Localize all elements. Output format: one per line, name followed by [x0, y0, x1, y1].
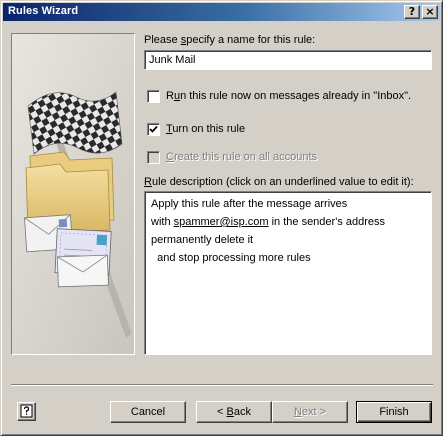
help-question-icon [20, 404, 33, 418]
description-line: with spammer@isp.com in the sender's add… [151, 216, 385, 228]
description-line: Apply this rule after the message arrive… [151, 198, 348, 210]
title-bar[interactable]: Rules Wizard ? × [3, 3, 440, 21]
description-line: permanently delete it [151, 234, 254, 246]
rule-description-box[interactable]: Apply this rule after the message arrive… [144, 191, 432, 355]
window-title: Rules Wizard [8, 5, 79, 17]
run-now-checkbox[interactable] [147, 90, 160, 103]
rule-name-value: Junk Mail [149, 54, 196, 66]
description-line: and stop processing more rules [151, 252, 311, 264]
wizard-illustration [11, 33, 135, 355]
help-button[interactable] [17, 402, 36, 421]
title-help-button[interactable]: ? [404, 5, 420, 19]
button-separator [11, 384, 433, 386]
next-button: Next > [272, 401, 348, 423]
rule-name-label: Please specify a name for this rule: [144, 34, 316, 46]
checkered-flag-folder-envelope-icon [12, 34, 134, 354]
title-close-button[interactable]: × [422, 5, 438, 19]
checkmark-icon [149, 125, 158, 133]
back-button[interactable]: < Back [196, 401, 272, 423]
close-icon: × [425, 5, 435, 18]
cancel-button[interactable]: Cancel [110, 401, 186, 423]
finish-button[interactable]: Finish [356, 401, 432, 423]
run-now-label[interactable]: Run this rule now on messages already in… [166, 90, 411, 102]
all-accounts-label: Create this rule on all accounts [166, 151, 318, 163]
question-mark-icon: ? [408, 5, 416, 18]
rule-name-input[interactable]: Junk Mail [144, 50, 432, 70]
rules-wizard-dialog: Rules Wizard ? × Please specify a name f… [0, 0, 443, 436]
turn-on-label[interactable]: Turn on this rule [166, 123, 245, 135]
rule-description-label: Rule description (click on an underlined… [144, 176, 414, 188]
turn-on-checkbox[interactable] [147, 123, 160, 136]
all-accounts-checkbox [147, 151, 160, 164]
sender-address-link[interactable]: spammer@isp.com [174, 216, 269, 228]
